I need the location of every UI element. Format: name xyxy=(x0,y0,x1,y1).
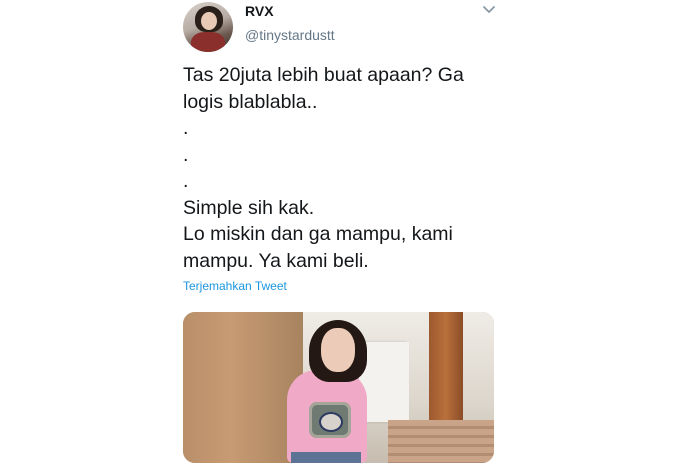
tweet-card: RVX @tinystardustt Tas 20juta lebih buat… xyxy=(0,0,700,465)
photo-stairs xyxy=(388,420,494,463)
photo-bag-logo xyxy=(319,412,343,432)
translate-tweet-link[interactable]: Terjemahkan Tweet xyxy=(183,279,287,293)
tweet-text: Tas 20juta lebih buat apaan? Ga logis bl… xyxy=(183,64,464,272)
avatar-face xyxy=(201,12,217,30)
display-name[interactable]: RVX xyxy=(245,3,274,19)
tweet-media-photo[interactable] xyxy=(183,312,494,463)
photo-wall xyxy=(183,312,303,463)
user-handle[interactable]: @tinystardustt xyxy=(245,27,335,43)
chevron-down-icon[interactable] xyxy=(482,4,496,16)
avatar[interactable] xyxy=(183,2,233,52)
photo-person-face xyxy=(321,328,355,372)
photo-person-jeans xyxy=(291,452,361,463)
avatar-shirt xyxy=(191,32,225,52)
